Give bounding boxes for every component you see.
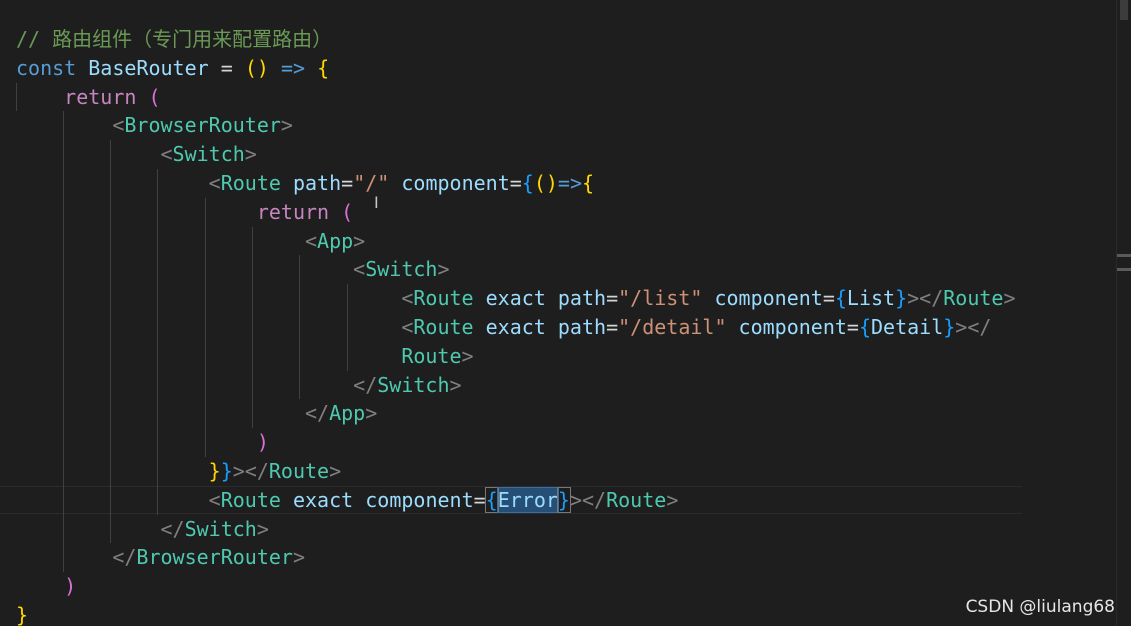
overview-ruler-mark xyxy=(1117,254,1131,257)
code-line-7[interactable]: return ( xyxy=(16,197,1016,227)
code-line-5[interactable]: <Switch> xyxy=(16,140,1016,169)
code-line-3[interactable]: return ( xyxy=(16,82,1016,112)
scrollbar-thumb[interactable] xyxy=(1120,0,1128,20)
mouse-ibeam-icon: I xyxy=(374,193,379,212)
identifier-baserouter: BaseRouter xyxy=(88,55,209,80)
code-line-18[interactable]: </Switch> xyxy=(16,514,1016,544)
code-line-8[interactable]: <App> xyxy=(16,226,1016,256)
selected-text[interactable]: Error xyxy=(496,486,559,513)
code-line-17[interactable]: <Route exact component={Error}></Route> xyxy=(16,485,1016,515)
code-line-19[interactable]: </BrowserRouter> xyxy=(16,543,1016,573)
code-line-2[interactable]: const BaseRouter = () => { xyxy=(16,54,1016,83)
comment-text: // 路由组件（专门用来配置路由） xyxy=(16,27,333,51)
code-editor[interactable]: // 路由组件（专门用来配置路由） const BaseRouter = () … xyxy=(0,0,1131,626)
code-line-9[interactable]: <Switch> xyxy=(16,255,1016,285)
code-area[interactable]: // 路由组件（专门用来配置路由） const BaseRouter = () … xyxy=(16,25,1016,626)
code-line-10[interactable]: <Route exact path="/list" component={Lis… xyxy=(16,284,1016,313)
code-line-4[interactable]: <BrowserRouter> xyxy=(16,111,1016,141)
code-line-6[interactable]: <Route path="/" component={()=>{ xyxy=(16,168,1016,198)
code-line-14[interactable]: </App> xyxy=(16,399,1016,429)
code-line-12[interactable]: Route> xyxy=(16,341,1016,371)
overview-ruler-mark xyxy=(1117,268,1131,271)
code-line-20[interactable]: ) xyxy=(16,572,1016,601)
code-line-11[interactable]: <Route exact path="/detail" component={D… xyxy=(16,312,1016,342)
code-line-21[interactable]: } xyxy=(16,601,1016,626)
code-line-13[interactable]: </Switch> xyxy=(16,370,1016,400)
code-line-16[interactable]: }}></Route> xyxy=(16,456,1016,486)
watermark-text: CSDN @liulang68 xyxy=(965,597,1115,617)
vertical-scrollbar[interactable] xyxy=(1116,0,1131,626)
code-line-1[interactable]: // 路由组件（专门用来配置路由） xyxy=(16,25,1016,54)
keyword-return: return xyxy=(64,84,137,109)
keyword-const: const xyxy=(16,55,77,80)
code-line-15[interactable]: ) xyxy=(16,428,1016,457)
